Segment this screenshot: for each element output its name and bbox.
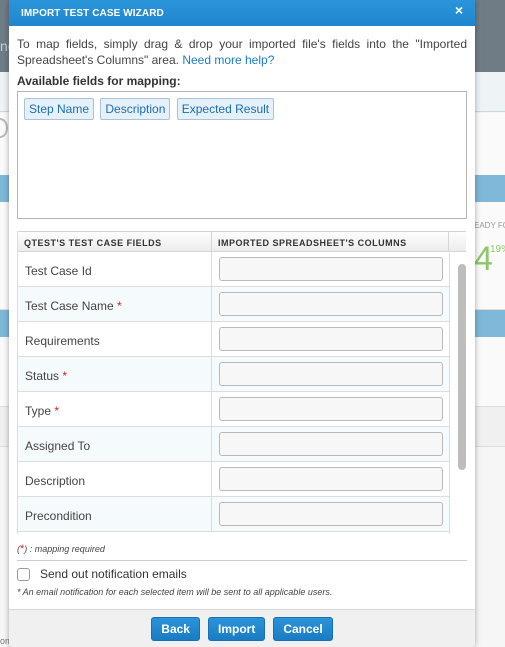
table-row: Assigned To: [18, 427, 466, 462]
field-chip-description[interactable]: Description: [100, 98, 171, 120]
table-row: Test Case Name *: [18, 287, 466, 322]
field-chip-step-name[interactable]: Step Name: [24, 98, 95, 120]
drop-field-precondition[interactable]: [219, 502, 443, 526]
mapping-cell: [212, 287, 449, 321]
table-row: Requirements: [18, 322, 466, 357]
send-notification-checkbox[interactable]: [17, 567, 30, 581]
send-notification-label[interactable]: Send out notification emails: [40, 567, 187, 581]
drop-field-assigned-to[interactable]: [219, 432, 443, 456]
field-name: Status *: [18, 357, 212, 391]
column-header-spreadsheet-columns: IMPORTED SPREADSHEET'S COLUMNS: [212, 232, 449, 251]
field-name: Test Case Name *: [18, 287, 212, 321]
required-legend: (*) : mapping required: [17, 543, 467, 561]
table-row: Test Case Id: [18, 252, 466, 287]
bg-ready-label: EADY FO: [474, 221, 505, 230]
drop-field-type[interactable]: [219, 397, 443, 421]
bg-percent: 19%: [490, 244, 505, 255]
dialog-body: To map fields, simply drag & drop your i…: [9, 26, 475, 597]
intro-text: To map fields, simply drag & drop your i…: [17, 36, 467, 68]
required-marker: *: [54, 404, 60, 418]
cancel-button[interactable]: Cancel: [273, 616, 333, 641]
column-header-spacer: [449, 232, 466, 251]
need-more-help-link[interactable]: Need more help?: [182, 53, 274, 67]
drop-field-status[interactable]: [219, 362, 443, 386]
mapping-cell: [212, 497, 449, 531]
close-icon[interactable]: ×: [455, 3, 463, 17]
scrollbar-thumb[interactable]: [458, 264, 466, 470]
field-label: Requirements: [25, 334, 100, 348]
field-name: Assigned To: [18, 427, 212, 461]
mapping-cell: [212, 462, 449, 496]
mapping-cell: [212, 357, 449, 391]
field-label: Test Case Name: [25, 299, 114, 313]
mapping-cell: [212, 392, 449, 426]
legend-text: mapping required: [32, 544, 105, 554]
mapping-table: QTEST'S TEST CASE FIELDS IMPORTED SPREAD…: [17, 231, 466, 534]
mapping-cell: [212, 322, 449, 356]
field-label: Test Case Id: [25, 264, 92, 278]
drop-field-requirements[interactable]: [219, 327, 443, 351]
field-name: Test Case Id: [18, 252, 212, 286]
dialog-title: IMPORT TEST CASE WIZARD: [21, 7, 164, 19]
required-marker: *: [62, 369, 68, 383]
notification-note: * An email notification for each selecte…: [17, 587, 333, 597]
drop-field-test-case-name[interactable]: [219, 292, 443, 316]
notification-option[interactable]: Send out notification emails: [17, 567, 467, 581]
required-marker: *: [117, 299, 122, 313]
field-name: Type *: [18, 392, 212, 426]
dialog-header: IMPORT TEST CASE WIZARD ×: [9, 0, 475, 26]
available-fields-label: Available fields for mapping:: [17, 74, 181, 88]
available-fields-box[interactable]: Step Name Description Expected Result: [17, 91, 467, 219]
import-wizard-dialog: IMPORT TEST CASE WIZARD × To map fields,…: [9, 0, 475, 647]
table-row: Description: [18, 462, 466, 497]
drop-field-description[interactable]: [219, 467, 443, 491]
table-row: Type *: [18, 392, 466, 427]
mapping-cell: [212, 427, 449, 461]
dialog-footer: Back Import Cancel: [9, 609, 475, 647]
field-label: Precondition: [25, 509, 92, 523]
table-row: Precondition: [18, 497, 466, 532]
field-name: Requirements: [18, 322, 212, 356]
field-label: Description: [25, 474, 86, 488]
drop-field-test-case-id[interactable]: [219, 257, 443, 281]
field-label: Type: [25, 404, 52, 418]
mapping-cell: [212, 252, 449, 286]
table-row: Status *: [18, 357, 466, 392]
field-chip-expected-result[interactable]: Expected Result: [176, 98, 275, 120]
field-label: Status: [25, 369, 60, 383]
field-name: Precondition: [18, 497, 212, 531]
import-button[interactable]: Import: [207, 616, 266, 641]
field-name: Description: [18, 462, 212, 496]
field-label: Assigned To: [25, 439, 91, 453]
column-header-qtest-fields: QTEST'S TEST CASE FIELDS: [18, 232, 212, 251]
back-button[interactable]: Back: [151, 616, 200, 641]
mapping-table-header: QTEST'S TEST CASE FIELDS IMPORTED SPREAD…: [18, 231, 466, 252]
